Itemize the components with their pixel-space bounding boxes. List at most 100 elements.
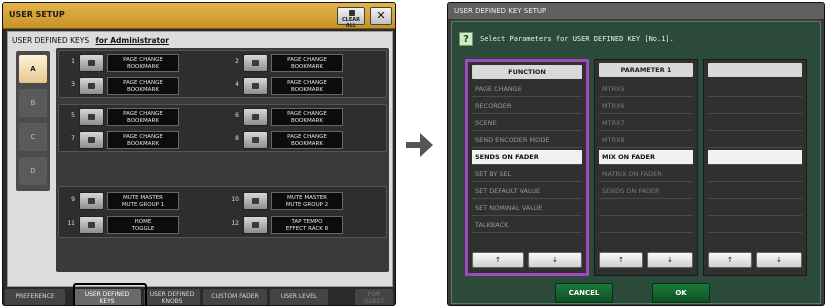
arrow-right-icon <box>406 133 433 157</box>
user-defined-keys-page: USER DEFINED KEYS for Administrator A B … <box>7 31 393 287</box>
key-assignment[interactable]: PAGE CHANGE BOOKMARK <box>271 108 343 126</box>
parameter2-list: ↑ ↓ <box>703 59 807 276</box>
key-assignment[interactable]: MUTE MASTER MUTE GROUP 2 <box>271 192 343 210</box>
tab-user-defined-knobs[interactable]: USER DEFINED KNOBS <box>144 289 200 305</box>
parameter1-item[interactable]: SENDS ON FADER <box>599 184 693 199</box>
function-item[interactable]: RECORDER <box>472 99 582 114</box>
function-item[interactable]: SCENE <box>472 116 582 131</box>
tab-for-guest[interactable]: FOR GUEST <box>355 289 393 305</box>
bank-tab-b[interactable]: B <box>19 89 47 117</box>
key-button[interactable] <box>243 192 268 210</box>
tab-custom-fader[interactable]: CUSTOM FADER <box>203 289 267 305</box>
key-button[interactable] <box>79 54 104 72</box>
parameter2-item-empty <box>708 218 802 233</box>
user-bank-tabs: A B C D <box>16 51 50 191</box>
clear-all-button[interactable]: CLEAR ALL <box>337 7 365 29</box>
bank-tab-d[interactable]: D <box>19 157 47 185</box>
clear-icon <box>349 10 355 16</box>
tab-preference[interactable]: PREFERENCE <box>5 289 65 305</box>
key-button[interactable] <box>79 192 104 210</box>
heading-text: USER DEFINED KEYS <box>12 36 90 45</box>
parameter1-item[interactable]: MTRX5 <box>599 82 693 97</box>
key-number: 4 <box>235 81 239 88</box>
key-group-3: 9 MUTE MASTER MUTE GROUP 1 10 MUTE MASTER… <box>58 186 387 238</box>
scroll-down-button[interactable]: ↓ <box>756 252 802 268</box>
key-button[interactable] <box>79 216 104 234</box>
user-key-8: 8 PAGE CHANGE BOOKMARK <box>229 130 379 150</box>
setup-page-tabs: PREFERENCE USER DEFINED KEYS USER DEFINED… <box>3 287 395 305</box>
parameter2-item-empty <box>708 167 802 182</box>
key-assignment[interactable]: HOME TOGGLE <box>107 216 179 234</box>
bank-tab-a[interactable]: A <box>19 55 47 83</box>
key-assignment[interactable]: PAGE CHANGE BOOKMARK <box>107 131 179 149</box>
parameter2-item-selected[interactable] <box>708 150 802 165</box>
key-assignment[interactable]: PAGE CHANGE BOOKMARK <box>271 77 343 95</box>
parameter1-item-selected[interactable]: MIX ON FADER <box>599 150 693 165</box>
function-item-selected[interactable]: SENDS ON FADER <box>472 150 582 165</box>
function-item[interactable]: SEND ENCODER MODE <box>472 133 582 148</box>
title-bar: USER DEFINED KEY SETUP <box>448 3 824 19</box>
key-button[interactable] <box>243 216 268 234</box>
key-assignment[interactable]: PAGE CHANGE BOOKMARK <box>271 131 343 149</box>
key-assignment[interactable]: MUTE MASTER MUTE GROUP 1 <box>107 192 179 210</box>
parameter2-item-empty <box>708 184 802 199</box>
user-setup-window: USER SETUP CLEAR ALL ✕ USER DEFINED KEYS… <box>2 2 396 306</box>
parameter1-item[interactable]: MTRX8 <box>599 133 693 148</box>
instruction-text: Select Parameters for USER DEFINED KEY [… <box>480 35 674 43</box>
key-button[interactable] <box>79 131 104 149</box>
user-key-10: 10 MUTE MASTER MUTE GROUP 2 <box>229 191 379 211</box>
key-number: 2 <box>235 58 239 65</box>
key-assignment[interactable]: TAP TEMPO EFFECT RACK 8 <box>271 216 343 234</box>
key-button[interactable] <box>243 131 268 149</box>
user-key-5: 5 PAGE CHANGE BOOKMARK <box>65 107 215 127</box>
key-button[interactable] <box>243 54 268 72</box>
parameter1-item[interactable]: MTRX6 <box>599 99 693 114</box>
scroll-up-button[interactable]: ↑ <box>708 252 752 268</box>
tab-user-level[interactable]: USER LEVEL <box>270 289 328 305</box>
function-header: FUNCTION <box>472 65 582 79</box>
function-item[interactable]: SET NOMINAL VALUE <box>472 201 582 216</box>
clear-all-label: CLEAR ALL <box>342 17 360 29</box>
scroll-down-button[interactable]: ↓ <box>647 252 693 268</box>
parameter2-item-empty <box>708 116 802 131</box>
key-button[interactable] <box>243 108 268 126</box>
key-assignment[interactable]: PAGE CHANGE BOOKMARK <box>107 108 179 126</box>
function-item[interactable]: TALKBACK <box>472 218 582 233</box>
close-button[interactable]: ✕ <box>370 7 392 25</box>
key-number: 12 <box>231 220 239 227</box>
key-assignment[interactable]: PAGE CHANGE BOOKMARK <box>271 54 343 72</box>
function-item[interactable]: SET DEFAULT VALUE <box>472 184 582 199</box>
user-defined-key-setup-window: USER DEFINED KEY SETUP ? Select Paramete… <box>447 2 825 306</box>
bank-tab-c[interactable]: C <box>19 123 47 151</box>
function-item[interactable]: SET BY SEL <box>472 167 582 182</box>
parameter2-header <box>708 63 802 77</box>
parameter2-item-empty <box>708 201 802 216</box>
key-button[interactable] <box>243 77 268 95</box>
scroll-up-button[interactable]: ↑ <box>599 252 643 268</box>
parameter1-item[interactable]: MATRIX ON FADER <box>599 167 693 182</box>
scroll-up-button[interactable]: ↑ <box>472 252 524 268</box>
key-button[interactable] <box>79 108 104 126</box>
key-group-1: 1 PAGE CHANGE BOOKMARK 2 PAGE CHANGE BOOKM… <box>58 50 387 98</box>
window-title: USER SETUP <box>9 10 65 19</box>
scroll-down-button[interactable]: ↓ <box>528 252 582 268</box>
user-key-7: 7 PAGE CHANGE BOOKMARK <box>65 130 215 150</box>
key-number: 3 <box>71 81 75 88</box>
key-button[interactable] <box>79 77 104 95</box>
key-assignment[interactable]: PAGE CHANGE BOOKMARK <box>107 54 179 72</box>
key-setup-panel: ? Select Parameters for USER DEFINED KEY… <box>451 21 821 304</box>
user-key-6: 6 PAGE CHANGE BOOKMARK <box>229 107 379 127</box>
user-key-9: 9 MUTE MASTER MUTE GROUP 1 <box>65 191 215 211</box>
parameter1-item[interactable]: MTRX7 <box>599 116 693 131</box>
key-number: 9 <box>71 196 75 203</box>
ok-button[interactable]: OK <box>652 283 710 303</box>
function-item[interactable]: PAGE CHANGE <box>472 82 582 97</box>
parameter2-item-empty <box>708 82 802 97</box>
key-assignment[interactable]: PAGE CHANGE BOOKMARK <box>107 77 179 95</box>
key-group-2: 5 PAGE CHANGE BOOKMARK 6 PAGE CHANGE BOOKM… <box>58 104 387 152</box>
parameter1-item-empty <box>599 218 693 233</box>
cancel-button[interactable]: CANCEL <box>555 283 613 303</box>
function-list: FUNCTION PAGE CHANGE RECORDER SCENE SEND… <box>465 59 589 276</box>
key-number: 7 <box>71 135 75 142</box>
key-number: 11 <box>67 220 75 227</box>
